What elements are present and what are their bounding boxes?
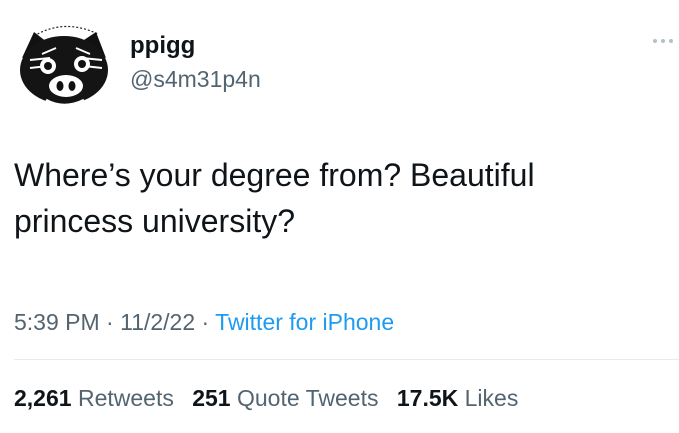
likes-count: 17.5K [396, 385, 459, 411]
quote-tweets-label: Quote Tweets [236, 385, 379, 411]
likes-label: Likes [464, 385, 519, 411]
divider [14, 359, 679, 360]
likes-stat[interactable]: 17.5K Likes [397, 385, 518, 411]
tweet-text-line: princess university? [14, 203, 295, 239]
retweets-count: 2,261 [14, 385, 72, 411]
pig-face-avatar-icon [12, 14, 116, 118]
tweet-text: Where’s your degree from? Beautiful prin… [14, 152, 674, 244]
tweet-text-line: Where’s your degree from? Beautiful [14, 157, 535, 193]
author-display-name[interactable]: ppigg [130, 31, 195, 61]
avatar[interactable] [12, 14, 116, 118]
author-handle[interactable]: @s4m31p4n [130, 64, 261, 94]
retweets-stat[interactable]: 2,261 Retweets [14, 385, 174, 411]
meta-separator: · [99, 309, 121, 335]
quote-tweets-count: 251 [192, 385, 231, 411]
tweet-card: ppigg @s4m31p4n Where’s your degree from… [0, 0, 679, 433]
more-options-icon[interactable] [652, 36, 674, 46]
quote-tweets-stat[interactable]: 251 Quote Tweets [192, 385, 378, 411]
tweet-stats: 2,261 Retweets 251 Quote Tweets 17.5K Li… [14, 382, 530, 414]
tweet-time[interactable]: 5:39 PM [14, 309, 100, 335]
retweets-label: Retweets [77, 385, 174, 411]
tweet-meta: 5:39 PM · 11/2/22 · Twitter for iPhone [14, 306, 394, 338]
tweet-source-link[interactable]: Twitter for iPhone [215, 309, 394, 335]
meta-separator: · [195, 309, 216, 335]
tweet-date[interactable]: 11/2/22 [120, 309, 195, 335]
